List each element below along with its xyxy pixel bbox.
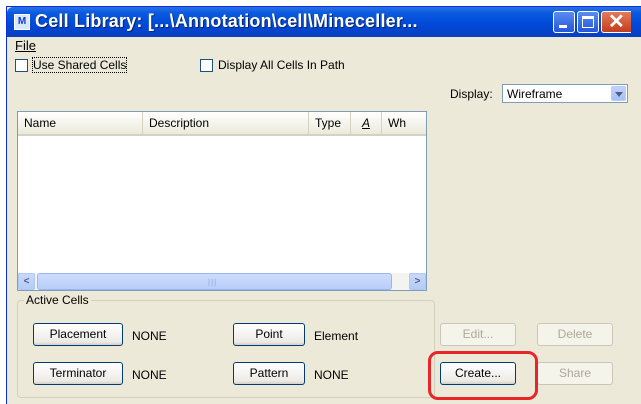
minimize-icon [559,25,567,28]
close-button[interactable]: ✕ [601,11,631,33]
checkbox-box[interactable] [15,58,28,72]
chevron-down-icon[interactable] [611,86,626,101]
edit-button[interactable]: Edit... [440,323,516,346]
display-label: Display: [450,87,493,101]
share-button[interactable]: Share [537,362,613,385]
menu-bar: File [7,37,641,55]
terminator-button[interactable]: Terminator [33,362,123,385]
terminator-value: NONE [132,368,167,382]
pattern-button[interactable]: Pattern [233,362,305,385]
close-icon: ✕ [608,11,625,33]
placement-button[interactable]: Placement [33,323,123,346]
scroll-right-icon[interactable]: > [409,273,426,290]
scrollbar-thumb[interactable]: ||| [37,273,392,290]
display-select-value: Wireframe [507,87,563,101]
column-header-description[interactable]: Description [143,112,309,134]
list-header: Name Description Type A Wh [18,112,426,136]
window-title: Cell Library: [...\Annotation\cell\Minec… [35,11,418,31]
display-all-cells-checkbox[interactable]: Display All Cells In Path [200,58,345,72]
display-all-cells-label: Display All Cells In Path [218,58,345,72]
point-value: Element [314,329,359,343]
minimize-button[interactable] [553,11,575,33]
maximize-button[interactable] [577,11,599,33]
create-highlight-annotation [428,351,538,400]
active-cells-title: Active Cells [24,293,91,307]
maximize-icon [582,16,594,28]
grip-icon: ||| [208,278,218,287]
use-shared-cells-label: Use Shared Cells [31,57,128,73]
display-select[interactable]: Wireframe [502,84,628,103]
column-header-annotation[interactable]: A [351,112,382,134]
checkbox-box[interactable] [200,58,213,72]
placement-value: NONE [132,329,167,343]
column-header-wh[interactable]: Wh [382,112,426,134]
pattern-value: NONE [314,368,349,382]
delete-button[interactable]: Delete [537,323,613,346]
title-bar[interactable]: M Cell Library: [...\Annotation\cell\Min… [7,7,641,37]
app-icon: M [14,14,30,30]
cell-list[interactable]: Name Description Type A Wh < ||| > [17,111,427,291]
menu-file[interactable]: File [15,38,36,53]
use-shared-cells-checkbox[interactable]: Use Shared Cells [15,57,128,73]
point-button[interactable]: Point [233,323,305,346]
scroll-left-icon[interactable]: < [18,273,35,290]
horizontal-scrollbar[interactable]: < ||| > [18,273,426,290]
cell-library-window: M Cell Library: [...\Annotation\cell\Min… [6,6,641,404]
column-header-name[interactable]: Name [18,112,143,134]
column-header-type[interactable]: Type [309,112,351,134]
